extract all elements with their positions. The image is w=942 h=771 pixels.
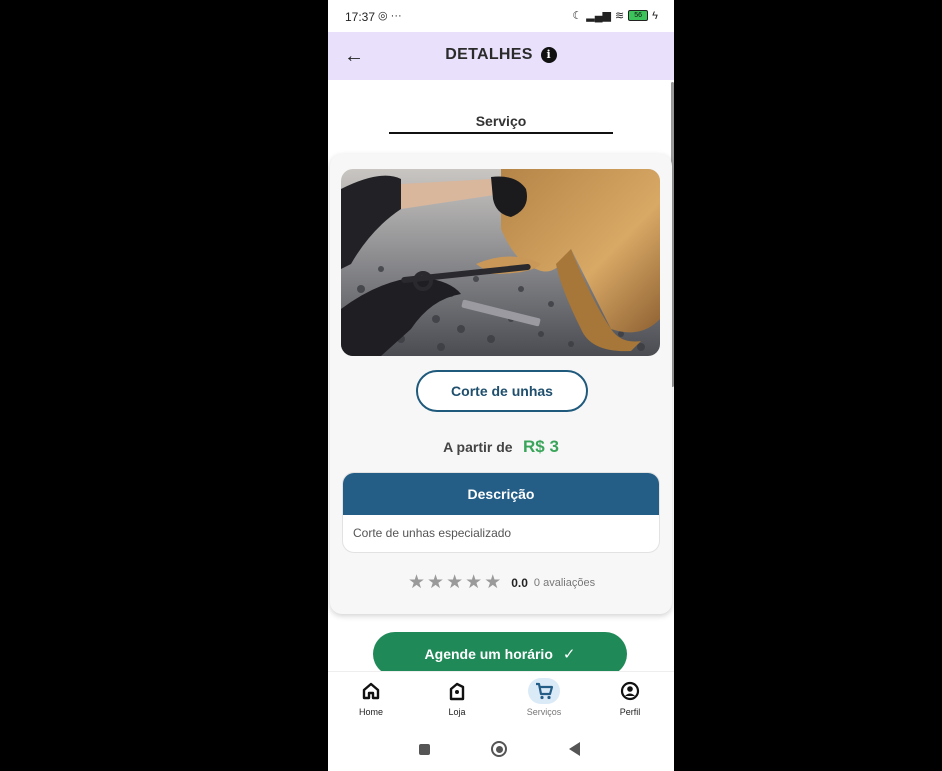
service-photo: [341, 169, 660, 356]
app-header: ← DETALHES i: [328, 32, 674, 80]
charging-icon: ϟ: [652, 9, 658, 22]
price-label: A partir de: [443, 439, 513, 455]
nav-item-home[interactable]: Home: [341, 678, 401, 717]
bottom-nav: Home Loja Serviços Perfil: [328, 671, 674, 730]
nav-label-servicos: Serviços: [526, 707, 562, 717]
service-name-button[interactable]: Corte de unhas: [416, 370, 588, 412]
star-icon: ★: [446, 572, 464, 593]
home-icon: [357, 678, 385, 704]
tab-servico[interactable]: Serviço: [328, 113, 674, 129]
home-button[interactable]: [491, 741, 507, 757]
nav-item-servicos[interactable]: Serviços: [514, 678, 574, 717]
price-value: R$ 3: [523, 437, 559, 456]
battery-icon: 56: [628, 10, 649, 21]
status-bar: 17:37 ◎ ··· ☾ ▂▄▆ ≋ 56 ϟ: [328, 0, 674, 32]
rating-row: ★ ★ ★ ★ ★ 0.0 0 avaliações: [408, 573, 595, 593]
system-nav-bar: [328, 729, 674, 771]
store-icon: [443, 678, 471, 704]
nav-label-perfil: Perfil: [619, 707, 641, 717]
profile-icon: [616, 678, 644, 704]
star-icon: ★: [465, 572, 483, 593]
price-row: A partir de R$ 3: [328, 437, 674, 457]
description-title: Descrição: [343, 473, 659, 515]
signal-icon: ▂▄▆: [586, 10, 611, 22]
check-icon: ✓: [562, 646, 576, 663]
nav-label-home: Home: [358, 707, 383, 717]
wifi-icon: ≋: [614, 10, 625, 22]
description-box: Descrição Corte de unhas especializado: [342, 472, 660, 553]
description-text: Corte de unhas especializado: [353, 526, 512, 540]
phone-screen: 17:37 ◎ ··· ☾ ▂▄▆ ≋ 56 ϟ ← DETALHES i Ser…: [328, 0, 674, 771]
page-title: DETALHES i: [328, 46, 674, 64]
recents-button[interactable]: [419, 744, 430, 755]
star-icon: ★: [427, 572, 445, 593]
schedule-button[interactable]: Agende um horário ✓: [373, 632, 627, 676]
page-title-text: DETALHES: [445, 46, 533, 63]
grooming-image: [341, 169, 660, 356]
star-icon: ★: [408, 572, 426, 593]
info-icon[interactable]: i: [540, 47, 557, 63]
status-time: 17:37: [345, 10, 376, 24]
notification-icons: ◎ ···: [378, 10, 402, 22]
nav-item-loja[interactable]: Loja: [427, 678, 487, 717]
star-icon: ★: [484, 572, 502, 593]
system-back-button[interactable]: [569, 742, 580, 756]
nav-item-perfil[interactable]: Perfil: [600, 678, 660, 717]
tab-underline: [389, 132, 613, 134]
schedule-button-label: Agende um horário: [424, 646, 553, 662]
cart-icon: [528, 678, 560, 704]
moon-icon: ☾: [572, 10, 583, 22]
nav-label-loja: Loja: [448, 707, 466, 717]
rating-value: 0.0: [511, 576, 528, 590]
system-status-icons: ☾ ▂▄▆ ≋ 56 ϟ: [572, 9, 658, 23]
rating-count: 0 avaliações: [533, 577, 596, 589]
